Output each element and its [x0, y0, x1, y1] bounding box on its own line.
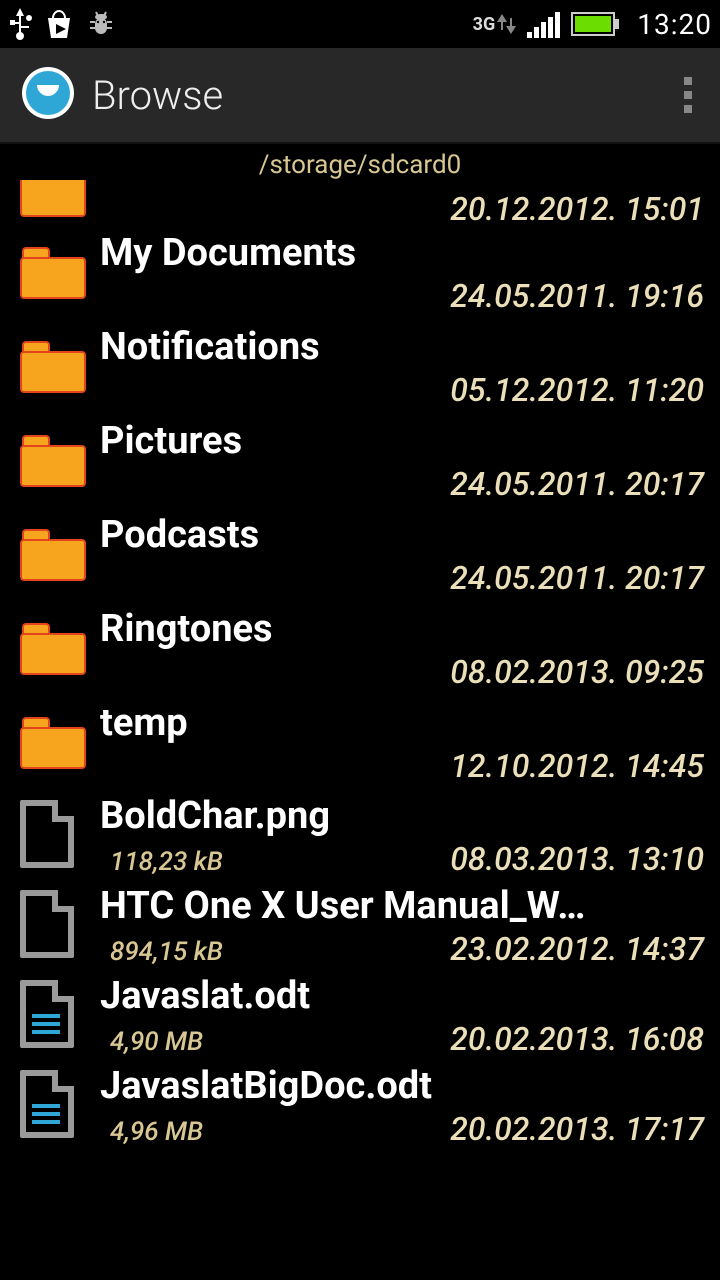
item-timestamp: 23.02.2012. 14:37 [450, 930, 704, 968]
status-left [8, 8, 116, 40]
document-file-icon [20, 980, 74, 1048]
list-item[interactable]: temp 12.10.2012. 14:45 [0, 696, 720, 790]
list-item[interactable]: Music 20.12.2012. 15:01 [0, 180, 720, 226]
current-path: /storage/sdcard0 [0, 144, 720, 182]
folder-icon [20, 180, 86, 217]
app-title: Browse [92, 72, 223, 119]
list-item[interactable]: Pictures 24.05.2011. 20:17 [0, 414, 720, 508]
item-timestamp: 20.02.2013. 17:17 [450, 1110, 704, 1148]
status-bar: 3G 13:20 [0, 0, 720, 48]
item-timestamp: 08.03.2013. 13:10 [450, 840, 704, 878]
item-size: 118,23 kB [110, 847, 223, 877]
status-clock: 13:20 [637, 8, 712, 41]
list-item[interactable]: BoldChar.png 118,23 kB 08.03.2013. 13:10 [0, 790, 720, 880]
folder-icon [20, 717, 86, 769]
item-name: Music [100, 180, 704, 188]
list-item[interactable]: HTC One X User Manual_W… 894,15 kB 23.02… [0, 880, 720, 970]
item-name: My Documents [100, 231, 704, 275]
status-right: 3G 13:20 [473, 8, 712, 41]
battery-icon [571, 10, 621, 38]
debugging-icon [86, 8, 116, 40]
signal-icon [527, 10, 561, 38]
usb-icon [8, 8, 32, 40]
item-timestamp: 05.12.2012. 11:20 [450, 371, 704, 409]
item-name: HTC One X User Manual_W… [100, 884, 704, 928]
item-timestamp: 24.05.2011. 20:17 [450, 465, 704, 503]
item-name: Podcasts [100, 513, 704, 557]
item-timestamp: 24.05.2011. 19:16 [450, 277, 704, 315]
list-item[interactable]: My Documents 24.05.2011. 19:16 [0, 226, 720, 320]
folder-icon [20, 247, 86, 299]
file-icon [20, 890, 74, 958]
item-timestamp: 12.10.2012. 14:45 [450, 747, 704, 785]
list-item[interactable]: Javaslat.odt 4,90 MB 20.02.2013. 16:08 [0, 970, 720, 1060]
list-item[interactable]: JavaslatBigDoc.odt 4,96 MB 20.02.2013. 1… [0, 1060, 720, 1150]
folder-icon [20, 623, 86, 675]
item-size: 894,15 kB [110, 937, 223, 967]
item-size: 4,96 MB [110, 1117, 203, 1147]
item-name: Pictures [100, 419, 704, 463]
item-timestamp: 20.02.2013. 16:08 [450, 1020, 704, 1058]
file-list[interactable]: Music 20.12.2012. 15:01 My Documents 24.… [0, 180, 720, 1280]
item-name: temp [100, 701, 704, 745]
item-timestamp: 08.02.2013. 09:25 [450, 653, 704, 691]
item-name: Javaslat.odt [100, 974, 704, 1018]
file-icon [20, 800, 74, 868]
item-timestamp: 20.12.2012. 15:01 [450, 190, 704, 228]
list-item[interactable]: Podcasts 24.05.2011. 20:17 [0, 508, 720, 602]
folder-icon [20, 341, 86, 393]
item-name: JavaslatBigDoc.odt [100, 1064, 704, 1108]
list-item[interactable]: Ringtones 08.02.2013. 09:25 [0, 602, 720, 696]
overflow-menu-button[interactable] [676, 69, 700, 121]
play-store-icon [42, 8, 76, 40]
folder-icon [20, 435, 86, 487]
list-item[interactable]: Notifications 05.12.2012. 11:20 [0, 320, 720, 414]
item-name: BoldChar.png [100, 794, 704, 838]
item-size: 4,90 MB [110, 1027, 203, 1057]
network-3g-icon: 3G [473, 12, 518, 36]
item-name: Ringtones [100, 607, 704, 651]
app-bar: Browse [0, 48, 720, 144]
folder-icon [20, 529, 86, 581]
item-name: Notifications [100, 325, 704, 369]
app-icon [20, 65, 76, 125]
item-timestamp: 24.05.2011. 20:17 [450, 559, 704, 597]
document-file-icon [20, 1070, 74, 1138]
